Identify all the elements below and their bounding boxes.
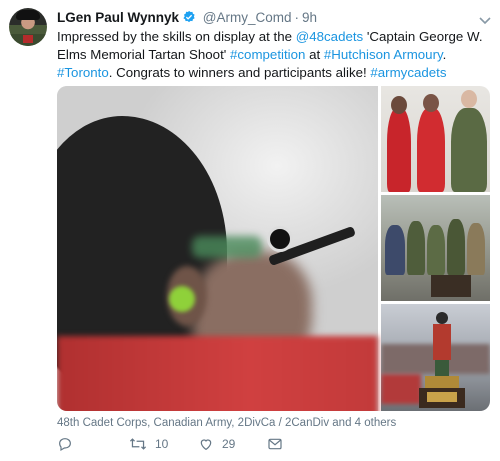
reply-icon xyxy=(57,436,73,452)
hashtag-link[interactable]: #Toronto xyxy=(57,65,109,80)
tweet[interactable]: LGen Paul Wynnyk @Army_Comd · 9h Impressed… xyxy=(0,0,500,461)
photo-red-shirt xyxy=(57,336,378,411)
author-name[interactable]: LGen Paul Wynnyk xyxy=(57,10,179,25)
trophy-figure-head xyxy=(436,312,448,324)
avatar-collar-tab xyxy=(23,35,33,43)
tweet-timestamp[interactable]: 9h xyxy=(302,10,317,25)
media-grid xyxy=(57,86,490,411)
verified-badge-icon xyxy=(182,10,196,29)
avatar-beret xyxy=(16,10,40,20)
trophy-figure-body xyxy=(433,324,451,360)
text-segment: . Congrats to winners and participants a… xyxy=(108,65,371,80)
photo-cadet-aiming[interactable] xyxy=(57,86,378,411)
chevron-down-icon[interactable] xyxy=(479,12,491,25)
tweet-actions: 10 29 xyxy=(57,436,487,456)
reply-button[interactable] xyxy=(57,436,81,452)
direct-message-icon xyxy=(267,436,283,452)
hashtag-link[interactable]: Armoury xyxy=(393,47,442,62)
avatar[interactable] xyxy=(9,8,47,46)
photo-table xyxy=(431,275,471,297)
photo-glasses xyxy=(192,236,262,258)
photo-group-gathered[interactable] xyxy=(381,195,490,301)
photo-figure xyxy=(427,225,445,275)
like-button[interactable]: 29 xyxy=(198,436,235,452)
tweet-text: Impressed by the skills on display at th… xyxy=(57,28,489,82)
text-segment: Impressed by the skills on display at th… xyxy=(57,29,296,44)
trophy-figure-kilt xyxy=(435,360,449,376)
photo-red-table xyxy=(381,374,421,404)
retweet-count: 10 xyxy=(155,437,169,451)
photo-cadets-with-officer[interactable] xyxy=(381,86,490,192)
mention-link[interactable]: @48cadets xyxy=(296,29,363,44)
like-icon xyxy=(198,436,214,452)
trophy-plaque xyxy=(427,392,457,402)
photo-figure xyxy=(387,108,411,192)
author-handle[interactable]: @Army_Comd xyxy=(203,10,292,25)
text-segment: . xyxy=(442,47,447,62)
photo-figure xyxy=(417,108,445,192)
trophy-base-top xyxy=(425,376,459,388)
photo-figure-head xyxy=(423,94,439,112)
photo-figure xyxy=(467,223,485,275)
photo-figure-head xyxy=(391,96,407,114)
tweet-header: LGen Paul Wynnyk @Army_Comd · 9h xyxy=(57,9,317,29)
like-count: 29 xyxy=(222,437,236,451)
photo-figure xyxy=(451,108,487,192)
tagged-users[interactable]: 48th Cadet Corps, Canadian Army, 2DivCa … xyxy=(57,417,396,429)
hashtag-link[interactable]: #armycadets xyxy=(370,65,446,80)
direct-message-button[interactable] xyxy=(267,436,283,452)
photo-rifle-sight xyxy=(267,226,293,252)
photo-figure-head xyxy=(461,90,477,108)
text-segment: at xyxy=(305,47,324,62)
hashtag-link[interactable]: #competition xyxy=(230,47,305,62)
photo-figure xyxy=(407,221,425,275)
retweet-button[interactable]: 10 xyxy=(129,436,168,452)
photo-trophy[interactable] xyxy=(381,304,490,411)
retweet-icon xyxy=(129,436,147,452)
separator: · xyxy=(294,10,300,25)
hashtag-link[interactable]: #Hutchison xyxy=(324,47,391,62)
photo-figure xyxy=(447,219,465,275)
photo-earplug xyxy=(169,286,195,312)
photo-figure xyxy=(385,225,405,275)
